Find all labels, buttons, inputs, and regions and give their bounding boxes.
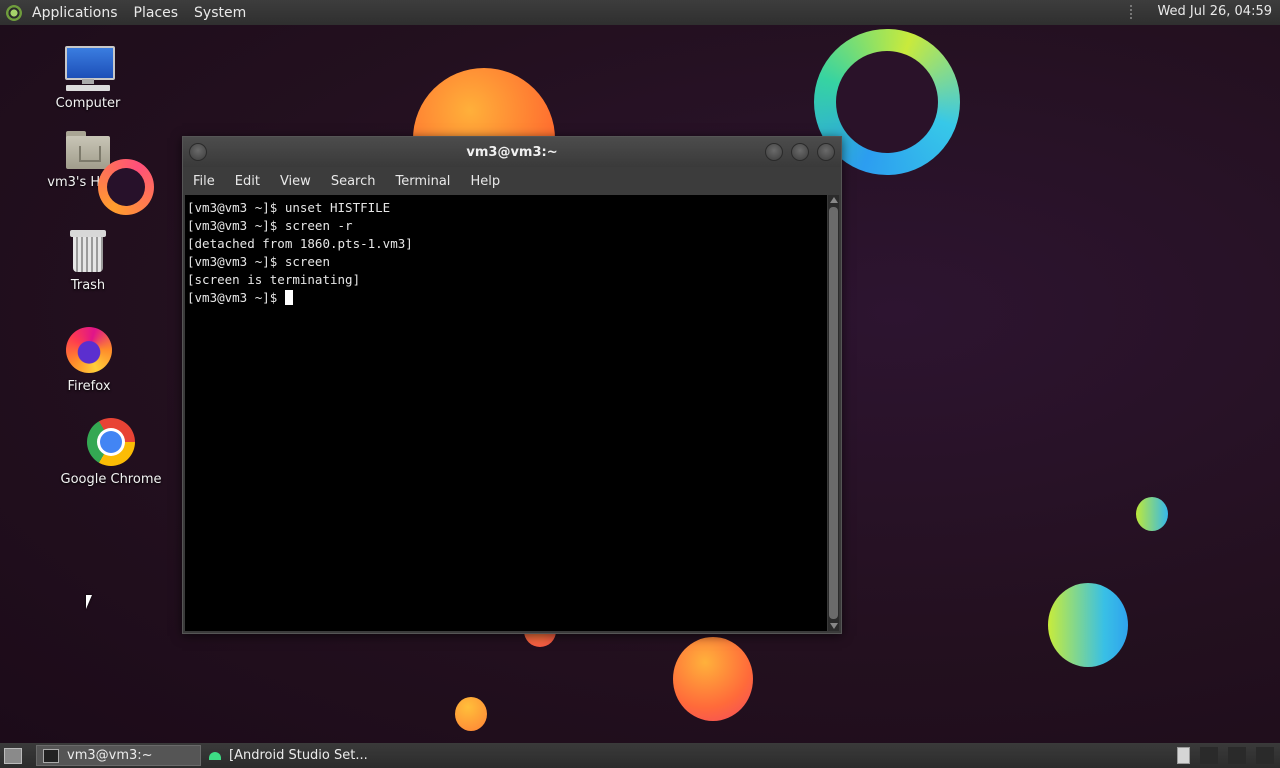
clock[interactable]: Wed Jul 26, 04:59 [1157,4,1272,19]
applications-logo-icon[interactable] [6,4,22,21]
taskbar-item-label: vm3@vm3:~ [67,748,153,763]
taskbar-item-android-studio[interactable]: [Android Studio Set... [203,745,403,766]
terminal-icon [43,748,59,763]
menu-places[interactable]: Places [128,5,185,21]
wallpaper-bubble [455,697,487,731]
desktop-icon-firefox[interactable]: Firefox [34,327,144,394]
workspace-switcher-3[interactable] [1228,747,1246,764]
desktop-icon-label: Trash [70,278,106,293]
computer-icon [64,46,115,92]
scroll-down-arrow-icon[interactable] [830,623,838,629]
trash-icon [70,230,106,272]
bottom-panel: vm3@vm3:~ [Android Studio Set... [0,743,1280,768]
show-desktop-icon[interactable] [4,748,22,764]
scroll-up-arrow-icon[interactable] [830,197,838,203]
terminal-output[interactable]: [vm3@vm3 ~]$ unset HISTFILE [vm3@vm3 ~]$… [185,195,827,631]
scrollbar-thumb[interactable] [829,207,838,619]
terminal-line: [vm3@vm3 ~]$ screen -r [187,218,353,233]
menu-edit[interactable]: Edit [225,174,270,189]
desktop-icon-computer[interactable]: Computer [33,46,143,111]
maximize-button[interactable] [791,143,809,161]
taskbar-item-terminal[interactable]: vm3@vm3:~ [36,745,201,766]
menu-applications[interactable]: Applications [26,5,124,21]
menu-view[interactable]: View [270,174,321,189]
workspace-switcher-4[interactable] [1256,747,1274,764]
terminal-prompt: [vm3@vm3 ~]$ [187,290,285,305]
panel-separator [1130,5,1134,19]
terminal-scrollbar[interactable] [828,195,839,631]
terminal-prompt-line: [vm3@vm3 ~]$ [187,289,827,307]
android-icon [209,751,221,760]
workspace-switcher-1[interactable] [1177,747,1190,764]
workspace-switcher-2[interactable] [1200,747,1218,764]
menu-terminal[interactable]: Terminal [385,174,460,189]
mouse-pointer-icon [86,595,98,609]
wallpaper-ring [98,159,154,215]
terminal-line: [detached from 1860.pts-1.vm3] [187,236,413,251]
home-folder-icon [66,131,110,169]
wallpaper-bubble [673,637,753,721]
terminal-menubar: File Edit View Search Terminal Help [183,167,841,195]
window-titlebar[interactable]: vm3@vm3:~ [183,137,841,167]
desktop-icon-label: Computer [55,96,121,111]
wallpaper-bubble [1048,583,1128,667]
menu-system[interactable]: System [188,5,252,21]
window-title: vm3@vm3:~ [466,145,558,160]
firefox-icon [66,327,112,373]
top-panel: Applications Places System Wed Jul 26, 0… [0,0,1280,25]
terminal-window[interactable]: vm3@vm3:~ File Edit View Search Terminal… [182,136,842,634]
terminal-line: [vm3@vm3 ~]$ screen [187,254,330,269]
terminal-line: [screen is terminating] [187,272,361,287]
menu-search[interactable]: Search [321,174,386,189]
menu-help[interactable]: Help [460,174,510,189]
desktop-icon-label: Google Chrome [60,472,162,487]
chrome-icon [87,418,135,466]
taskbar-item-label: [Android Studio Set... [229,748,368,763]
text-cursor [284,290,293,305]
desktop-icon-chrome[interactable]: Google Chrome [56,418,166,487]
menu-file[interactable]: File [183,174,225,189]
terminal-line: [vm3@vm3 ~]$ unset HISTFILE [187,200,391,215]
wallpaper-bubble [1136,497,1168,531]
desktop-icon-label: Firefox [67,379,111,394]
desktop: Computer vm3's Home Trash Firefox Google… [0,25,1280,743]
close-button[interactable] [817,143,835,161]
minimize-button[interactable] [765,143,783,161]
desktop-icon-trash[interactable]: Trash [33,230,143,293]
